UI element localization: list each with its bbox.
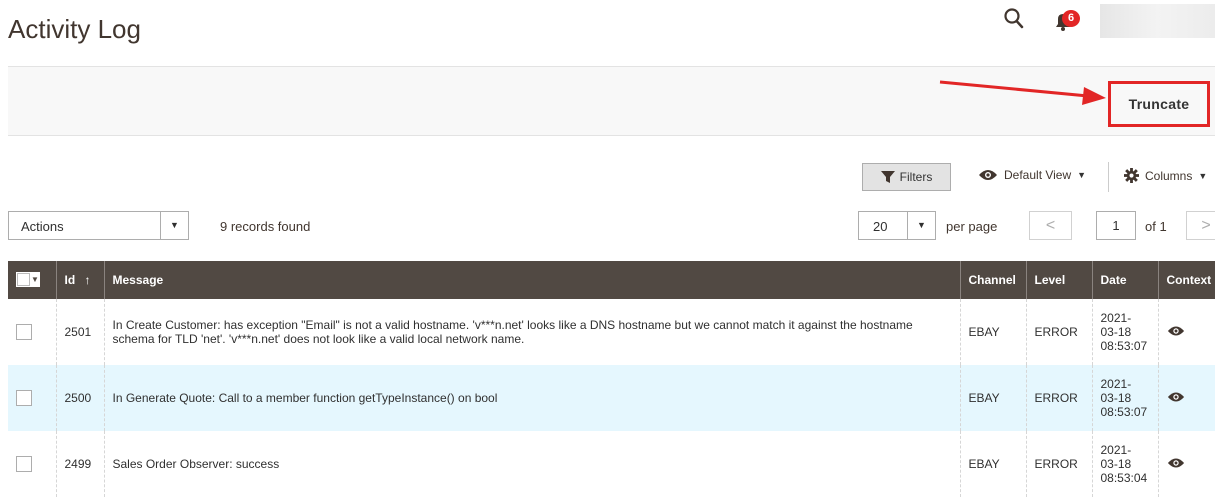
- row-checkbox[interactable]: [16, 390, 32, 406]
- row-date-time: 08:53:07: [1100, 405, 1148, 419]
- row-date-day: 03-18: [1100, 457, 1132, 471]
- chevron-down-icon: ▼: [1077, 170, 1087, 180]
- default-view-dropdown[interactable]: Default View ▼: [978, 168, 1086, 182]
- next-page-button[interactable]: >: [1186, 211, 1215, 240]
- prev-page-button[interactable]: <: [1029, 211, 1072, 240]
- per-page-label: per page: [946, 219, 998, 234]
- row-date: 2021- 03-18 08:53:07: [1091, 299, 1158, 365]
- table-row[interactable]: 2499 Sales Order Observer: success EBAY …: [8, 431, 1215, 497]
- activity-log-table: ▼ Id ↑ Message Channel Level Date Contex…: [8, 261, 1215, 497]
- chevron-down-icon[interactable]: ▼: [160, 212, 188, 239]
- row-id: 2501: [55, 299, 104, 365]
- mass-actions-label: Actions: [21, 219, 64, 234]
- row-context[interactable]: [1157, 431, 1215, 497]
- filters-button[interactable]: Filters: [862, 163, 951, 191]
- column-header-channel[interactable]: Channel: [959, 261, 1026, 299]
- columns-dropdown[interactable]: Columns ▼: [1124, 168, 1207, 183]
- row-level: ERROR: [1025, 299, 1092, 365]
- row-level: ERROR: [1025, 365, 1092, 431]
- row-date: 2021- 03-18 08:53:04: [1091, 431, 1158, 497]
- row-level: ERROR: [1025, 431, 1092, 497]
- eye-icon[interactable]: [1167, 457, 1185, 469]
- notification-count-badge: 6: [1062, 10, 1080, 27]
- row-id: 2500: [55, 365, 104, 431]
- default-view-label: Default View: [1004, 168, 1072, 182]
- column-header-id[interactable]: Id ↑: [55, 261, 104, 299]
- truncate-button[interactable]: Truncate: [1108, 81, 1210, 127]
- page-title: Activity Log: [8, 14, 141, 44]
- chevron-down-icon: ▼: [31, 274, 39, 284]
- divider: [1108, 162, 1109, 192]
- row-context[interactable]: [1157, 365, 1215, 431]
- column-header-id-label: Id: [64, 273, 76, 287]
- row-date-year: 2021-: [1100, 311, 1132, 325]
- chevron-down-icon[interactable]: ▼: [907, 212, 935, 239]
- columns-label: Columns: [1145, 168, 1193, 183]
- row-channel: EBAY: [959, 431, 1026, 497]
- row-date-day: 03-18: [1100, 325, 1132, 339]
- row-date-day: 03-18: [1100, 391, 1132, 405]
- row-date: 2021- 03-18 08:53:07: [1091, 365, 1158, 431]
- page-total-label: of 1: [1145, 219, 1167, 234]
- chevron-down-icon: ▼: [1198, 170, 1208, 181]
- table-row[interactable]: 2500 In Generate Quote: Call to a member…: [8, 365, 1215, 431]
- eye-icon[interactable]: [1167, 325, 1185, 337]
- row-date-time: 08:53:04: [1100, 471, 1148, 485]
- per-page-select[interactable]: 20 ▼: [858, 211, 936, 240]
- row-message: Sales Order Observer: success: [103, 431, 960, 497]
- row-context[interactable]: [1157, 299, 1215, 365]
- per-page-value: 20: [873, 219, 888, 234]
- row-date-time: 08:53:07: [1100, 339, 1148, 353]
- table-row[interactable]: 2501 In Create Customer: has exception "…: [8, 299, 1215, 365]
- filters-label: Filters: [899, 170, 933, 184]
- sort-arrow-icon: ↑: [84, 273, 91, 287]
- column-header-message[interactable]: Message: [103, 261, 960, 299]
- gear-icon: [1124, 168, 1139, 183]
- row-channel: EBAY: [959, 365, 1026, 431]
- row-message: In Create Customer: has exception "Email…: [103, 299, 960, 365]
- mass-actions-select[interactable]: Actions ▼: [8, 211, 189, 240]
- eye-icon: [979, 170, 997, 180]
- row-date-year: 2021-: [1100, 443, 1132, 457]
- mass-select-header[interactable]: ▼: [8, 261, 56, 299]
- row-channel: EBAY: [959, 299, 1026, 365]
- records-found: 9 records found: [220, 219, 311, 234]
- user-menu[interactable]: [1100, 4, 1215, 38]
- eye-icon[interactable]: [1167, 391, 1185, 403]
- row-checkbox[interactable]: [16, 324, 32, 340]
- search-icon[interactable]: [1004, 8, 1024, 30]
- table-header-row: ▼ Id ↑ Message Channel Level Date Contex…: [8, 261, 1215, 299]
- row-date-year: 2021-: [1100, 377, 1132, 391]
- annotation-arrow: [939, 80, 1106, 105]
- funnel-icon: [880, 171, 895, 183]
- row-message: In Generate Quote: Call to a member func…: [103, 365, 960, 431]
- page-number-input[interactable]: 1: [1096, 211, 1136, 240]
- column-header-date[interactable]: Date: [1091, 261, 1158, 299]
- mass-select-checkbox[interactable]: ▼: [16, 271, 40, 287]
- row-id: 2499: [55, 431, 104, 497]
- column-header-context[interactable]: Context: [1157, 261, 1215, 299]
- column-header-level[interactable]: Level: [1025, 261, 1092, 299]
- row-checkbox[interactable]: [16, 456, 32, 472]
